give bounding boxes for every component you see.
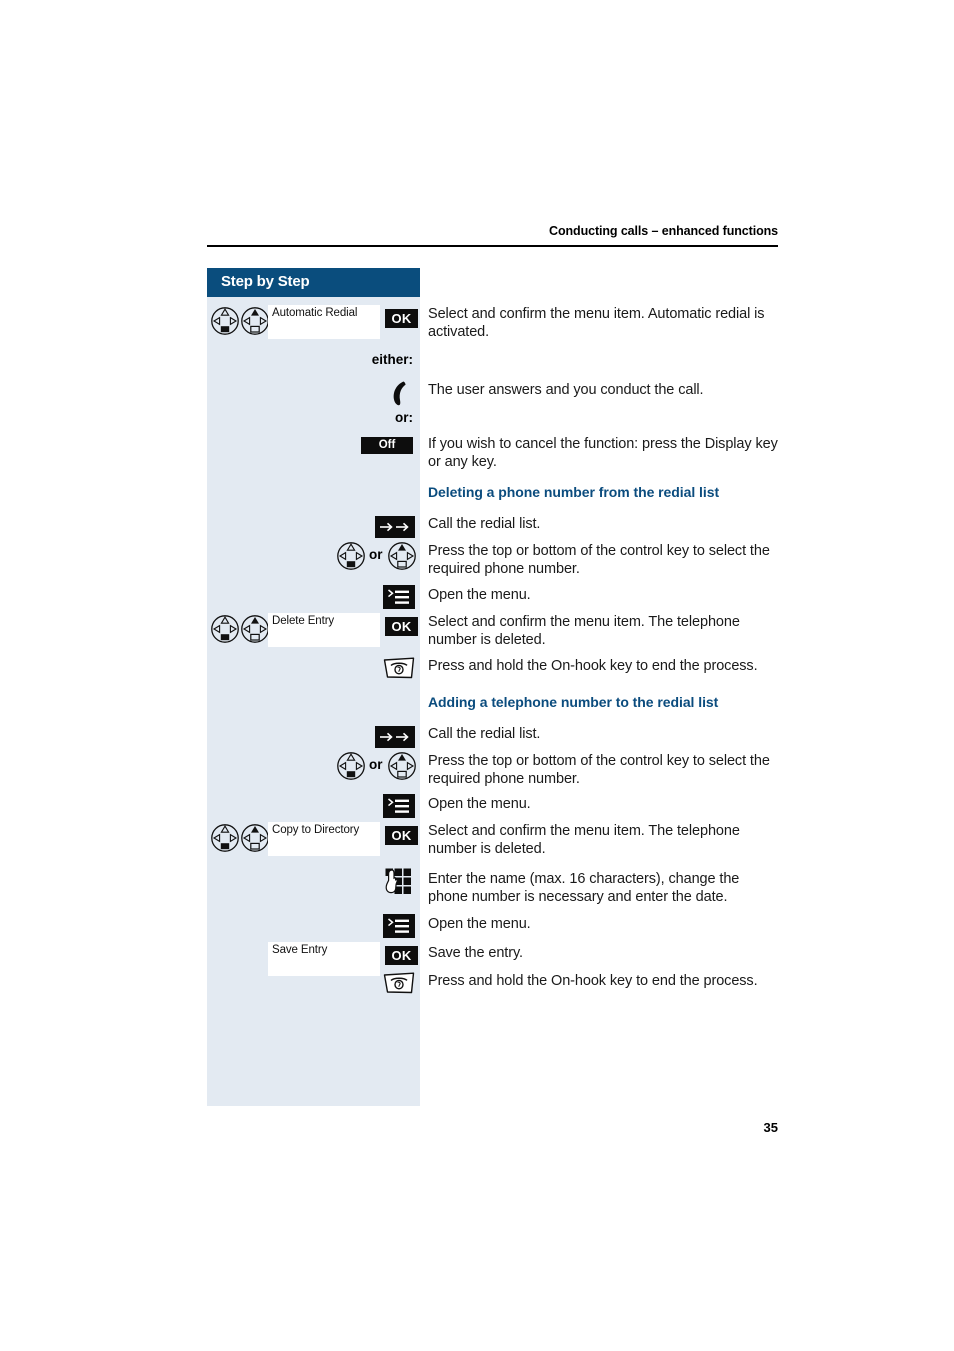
on-hook-key-icon[interactable] xyxy=(382,971,416,995)
menu-item-label: Delete Entry xyxy=(272,615,335,627)
or-conjunction: or xyxy=(369,547,383,562)
redial-key-icon[interactable] xyxy=(375,726,415,748)
row-call-redial-list-1: Call the redial list. xyxy=(207,515,778,538)
redial-key-icon[interactable] xyxy=(375,516,415,538)
row-description: Press the top or bottom of the control k… xyxy=(428,753,770,787)
row-onhook-1: Press and hold the On-hook key to end th… xyxy=(207,656,778,679)
row-either: either: xyxy=(207,352,778,372)
row-description: The user answers and you conduct the cal… xyxy=(428,382,704,398)
control-key-down-icon[interactable] xyxy=(210,823,240,853)
menu-item-box[interactable]: Copy to Directory xyxy=(268,822,380,856)
row-description: Open the menu. xyxy=(428,587,531,603)
keypad-icon[interactable] xyxy=(383,868,413,895)
menu-item-label: Copy to Directory xyxy=(272,824,360,836)
row-save-entry: Save Entry OK Save the entry. xyxy=(207,942,778,976)
step-by-step-header: Step by Step xyxy=(207,268,420,297)
menu-key-icon[interactable] xyxy=(383,585,415,609)
control-key-down-icon[interactable] xyxy=(336,751,366,781)
or-label: or: xyxy=(395,410,413,425)
section-heading: Adding a telephone number to the redial … xyxy=(428,694,719,710)
control-key-up-icon[interactable] xyxy=(387,541,417,571)
section-heading: Deleting a phone number from the redial … xyxy=(428,484,720,500)
menu-item-box[interactable]: Automatic Redial xyxy=(268,305,380,339)
either-label: either: xyxy=(371,352,413,367)
menu-key-icon[interactable] xyxy=(383,794,415,818)
row-description: Select and confirm the menu item. Automa… xyxy=(428,306,765,340)
row-select-number-2: or Press the top or bottom of the contro… xyxy=(207,751,778,788)
row-description: Open the menu. xyxy=(428,796,531,812)
row-description: Enter the name (max. 16 characters), cha… xyxy=(428,871,740,905)
menu-item-label: Automatic Redial xyxy=(272,307,358,319)
menu-item-label: Save Entry xyxy=(272,944,328,956)
or-conjunction: or xyxy=(369,757,383,772)
display-key-off[interactable]: Off xyxy=(361,437,413,454)
row-description: Select and confirm the menu item. The te… xyxy=(428,614,740,648)
page-number: 35 xyxy=(763,1120,778,1135)
control-key-up-icon[interactable] xyxy=(240,306,270,336)
row-open-menu-2: Open the menu. xyxy=(207,794,778,818)
row-gutter xyxy=(207,694,420,714)
control-key-down-icon[interactable] xyxy=(210,306,240,336)
row-description: Select and confirm the menu item. The te… xyxy=(428,823,740,857)
row-delete-entry: Delete Entry OK Select and confirm the m… xyxy=(207,613,778,649)
ok-button[interactable]: OK xyxy=(385,309,418,328)
row-description: Save the entry. xyxy=(428,945,523,961)
control-key-down-icon[interactable] xyxy=(210,614,240,644)
running-head: Conducting calls – enhanced functions xyxy=(549,224,778,238)
row-description: Press and hold the On-hook key to end th… xyxy=(428,658,758,674)
row-select-number-1: or Press the top or bottom of the contro… xyxy=(207,541,778,578)
control-key-up-icon[interactable] xyxy=(387,751,417,781)
row-gutter xyxy=(207,484,420,504)
header-rule xyxy=(207,245,778,247)
menu-key-icon[interactable] xyxy=(383,914,415,938)
step-by-step-title: Step by Step xyxy=(221,273,310,290)
row-enter-name: Enter the name (max. 16 characters), cha… xyxy=(207,868,778,906)
row-open-menu-1: Open the menu. xyxy=(207,585,778,609)
control-key-down-icon[interactable] xyxy=(336,541,366,571)
on-hook-key-icon[interactable] xyxy=(382,656,416,680)
ok-button[interactable]: OK xyxy=(385,826,418,845)
ok-button[interactable]: OK xyxy=(385,617,418,636)
menu-item-box[interactable]: Delete Entry xyxy=(268,613,380,647)
control-key-up-icon[interactable] xyxy=(240,823,270,853)
row-description: Open the menu. xyxy=(428,916,531,932)
row-gutter: or: xyxy=(207,410,420,430)
row-automatic-redial: Automatic Redial OK Select and confirm t… xyxy=(207,305,778,341)
row-description: Call the redial list. xyxy=(428,516,541,532)
row-copy-to-directory: Copy to Directory OK Select and confirm … xyxy=(207,822,778,858)
row-onhook-2: Press and hold the On-hook key to end th… xyxy=(207,971,778,994)
row-gutter: either: xyxy=(207,352,420,372)
row-cancel-function: Off If you wish to cancel the function: … xyxy=(207,436,778,471)
row-open-menu-3: Open the menu. xyxy=(207,914,778,938)
control-key-up-icon[interactable] xyxy=(240,614,270,644)
row-description: Call the redial list. xyxy=(428,726,541,742)
row-heading-deleting: Deleting a phone number from the redial … xyxy=(207,484,778,504)
row-description: Press the top or bottom of the control k… xyxy=(428,543,770,577)
row-heading-adding: Adding a telephone number to the redial … xyxy=(207,694,778,714)
row-description: If you wish to cancel the function: pres… xyxy=(428,436,778,470)
row-or: or: xyxy=(207,410,778,430)
row-user-answers: The user answers and you conduct the cal… xyxy=(207,378,778,406)
row-call-redial-list-2: Call the redial list. xyxy=(207,725,778,748)
row-description: Press and hold the On-hook key to end th… xyxy=(428,973,758,989)
ok-button[interactable]: OK xyxy=(385,946,418,965)
handset-icon xyxy=(393,381,406,406)
